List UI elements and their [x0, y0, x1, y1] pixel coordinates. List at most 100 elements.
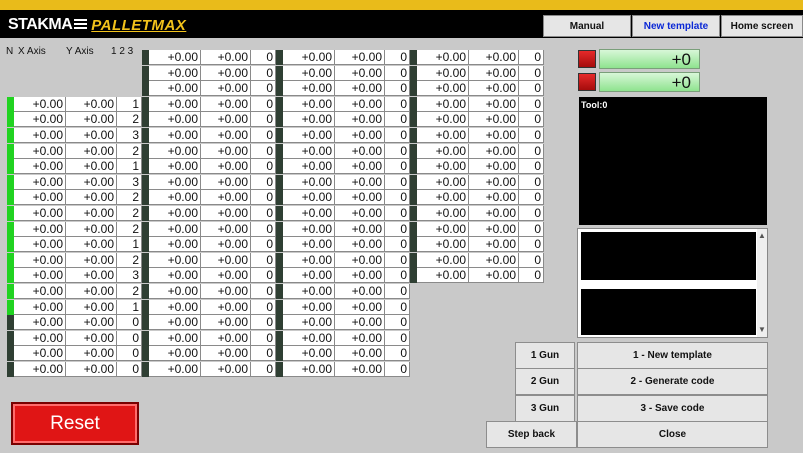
y-axis-cell[interactable]: +0.00 [66, 252, 117, 268]
x-axis-cell[interactable]: +0.00 [417, 252, 469, 268]
x-axis-cell[interactable]: +0.00 [283, 237, 335, 253]
x-axis-cell[interactable]: +0.00 [149, 252, 201, 268]
count-cell[interactable]: 0 [385, 299, 410, 315]
y-axis-cell[interactable]: +0.00 [335, 96, 385, 112]
count-cell[interactable]: 0 [251, 346, 276, 362]
y-axis-cell[interactable]: +0.00 [469, 96, 519, 112]
count-cell[interactable]: 0 [251, 252, 276, 268]
x-axis-cell[interactable]: +0.00 [149, 112, 201, 128]
x-axis-cell[interactable]: +0.00 [417, 96, 469, 112]
count-cell[interactable]: 1 [117, 96, 142, 112]
count-cell[interactable]: 3 [117, 268, 142, 284]
count-cell[interactable]: 0 [519, 159, 544, 175]
x-axis-cell[interactable]: +0.00 [283, 362, 335, 377]
x-axis-cell[interactable]: +0.00 [14, 143, 66, 159]
x-axis-cell[interactable]: +0.00 [149, 284, 201, 299]
y-axis-cell[interactable]: +0.00 [335, 50, 385, 65]
y-axis-cell[interactable]: +0.00 [335, 174, 385, 190]
x-axis-cell[interactable]: +0.00 [417, 50, 469, 65]
y-axis-cell[interactable]: +0.00 [66, 330, 117, 346]
y-axis-cell[interactable]: +0.00 [335, 284, 385, 299]
x-axis-cell[interactable]: +0.00 [283, 81, 335, 97]
manual-button[interactable]: Manual [543, 15, 631, 37]
x-axis-cell[interactable]: +0.00 [417, 143, 469, 159]
x-axis-cell[interactable]: +0.00 [283, 315, 335, 331]
x-axis-cell[interactable]: +0.00 [149, 159, 201, 175]
scroll-up-icon[interactable]: ▲ [758, 231, 766, 241]
y-axis-cell[interactable]: +0.00 [201, 206, 251, 221]
x-axis-cell[interactable]: +0.00 [149, 221, 201, 237]
count-cell[interactable]: 0 [519, 128, 544, 143]
count-cell[interactable]: 0 [385, 315, 410, 331]
x-axis-cell[interactable]: +0.00 [283, 174, 335, 190]
scroll-down-icon[interactable]: ▼ [758, 325, 766, 335]
y-axis-cell[interactable]: +0.00 [201, 362, 251, 377]
x-axis-cell[interactable]: +0.00 [149, 362, 201, 377]
y-axis-cell[interactable]: +0.00 [335, 362, 385, 377]
x-axis-cell[interactable]: +0.00 [417, 237, 469, 253]
count-cell[interactable]: 1 [117, 237, 142, 253]
count-cell[interactable]: 0 [117, 362, 142, 377]
new-template-tab-button[interactable]: New template [632, 15, 720, 37]
count-cell[interactable]: 0 [385, 330, 410, 346]
y-axis-cell[interactable]: +0.00 [66, 174, 117, 190]
x-axis-cell[interactable]: +0.00 [14, 174, 66, 190]
count-cell[interactable]: 0 [385, 190, 410, 206]
y-axis-cell[interactable]: +0.00 [469, 128, 519, 143]
count-cell[interactable]: 0 [385, 221, 410, 237]
count-cell[interactable]: 0 [251, 268, 276, 284]
y-axis-cell[interactable]: +0.00 [66, 237, 117, 253]
x-axis-cell[interactable]: +0.00 [417, 190, 469, 206]
count-cell[interactable]: 0 [519, 143, 544, 159]
y-axis-cell[interactable]: +0.00 [66, 221, 117, 237]
y-axis-cell[interactable]: +0.00 [469, 190, 519, 206]
y-axis-cell[interactable]: +0.00 [66, 346, 117, 362]
count-cell[interactable]: 0 [519, 206, 544, 221]
y-axis-cell[interactable]: +0.00 [469, 65, 519, 81]
message-scrollbar[interactable]: ▲ ▼ [757, 229, 767, 337]
x-axis-cell[interactable]: +0.00 [14, 128, 66, 143]
y-axis-cell[interactable]: +0.00 [201, 252, 251, 268]
count-cell[interactable]: 0 [251, 315, 276, 331]
count-cell[interactable]: 0 [251, 65, 276, 81]
y-axis-cell[interactable]: +0.00 [201, 50, 251, 65]
count-cell[interactable]: 0 [385, 96, 410, 112]
count-cell[interactable]: 1 [117, 299, 142, 315]
count-cell[interactable]: 0 [385, 65, 410, 81]
y-axis-cell[interactable]: +0.00 [335, 190, 385, 206]
x-axis-cell[interactable]: +0.00 [417, 159, 469, 175]
step-back-button[interactable]: Step back [486, 421, 577, 448]
count-cell[interactable]: 1 [117, 159, 142, 175]
count-cell[interactable]: 0 [385, 268, 410, 284]
x-axis-cell[interactable]: +0.00 [417, 174, 469, 190]
close-button[interactable]: Close [577, 421, 768, 448]
count-cell[interactable]: 0 [519, 190, 544, 206]
count-cell[interactable]: 0 [519, 252, 544, 268]
y-axis-cell[interactable]: +0.00 [201, 81, 251, 97]
count-cell[interactable]: 0 [117, 315, 142, 331]
gun-3-button[interactable]: 3 Gun [515, 395, 575, 422]
x-axis-cell[interactable]: +0.00 [417, 128, 469, 143]
y-axis-cell[interactable]: +0.00 [201, 237, 251, 253]
count-cell[interactable]: 0 [251, 190, 276, 206]
y-axis-cell[interactable]: +0.00 [66, 299, 117, 315]
y-axis-cell[interactable]: +0.00 [469, 81, 519, 97]
y-axis-cell[interactable]: +0.00 [66, 96, 117, 112]
x-axis-cell[interactable]: +0.00 [14, 221, 66, 237]
count-cell[interactable]: 0 [385, 237, 410, 253]
y-axis-cell[interactable]: +0.00 [201, 299, 251, 315]
generate-code-button[interactable]: 2 - Generate code [577, 368, 768, 395]
y-axis-cell[interactable]: +0.00 [335, 315, 385, 331]
y-axis-cell[interactable]: +0.00 [335, 128, 385, 143]
count-cell[interactable]: 2 [117, 190, 142, 206]
x-axis-cell[interactable]: +0.00 [14, 299, 66, 315]
y-axis-cell[interactable]: +0.00 [469, 112, 519, 128]
y-axis-cell[interactable]: +0.00 [201, 159, 251, 175]
count-cell[interactable]: 0 [385, 128, 410, 143]
x-axis-cell[interactable]: +0.00 [283, 284, 335, 299]
y-axis-cell[interactable]: +0.00 [66, 112, 117, 128]
count-cell[interactable]: 0 [251, 159, 276, 175]
x-axis-cell[interactable]: +0.00 [417, 112, 469, 128]
x-axis-cell[interactable]: +0.00 [417, 65, 469, 81]
y-axis-cell[interactable]: +0.00 [66, 128, 117, 143]
